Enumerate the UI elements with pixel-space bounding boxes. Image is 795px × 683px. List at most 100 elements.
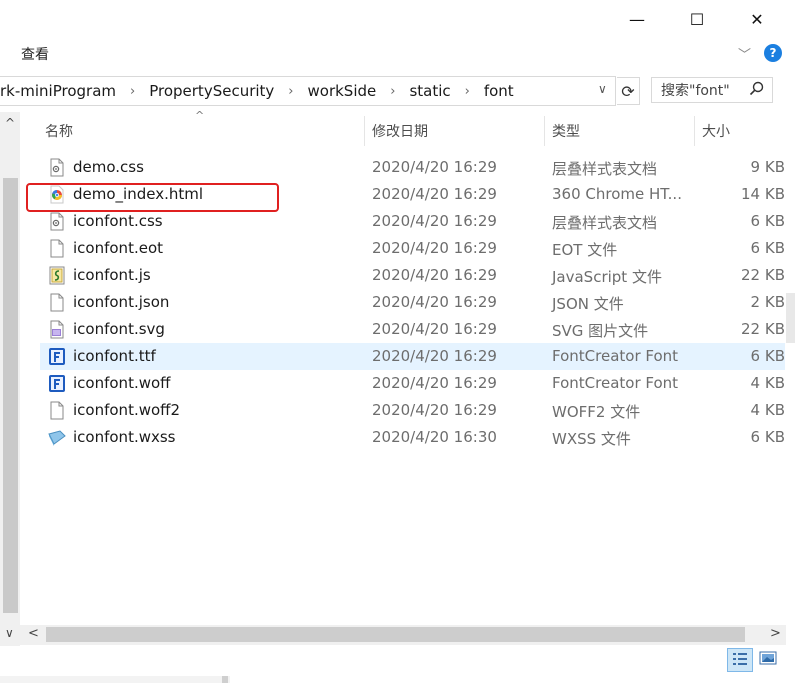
search-input[interactable]: 搜索"font" — [651, 77, 773, 103]
nav-pane-scroll-thumb[interactable] — [3, 178, 18, 613]
file-size: 4 KB — [750, 401, 785, 419]
search-placeholder: 搜索"font" — [661, 83, 730, 99]
maximize-button[interactable]: ☐ — [674, 0, 720, 38]
scroll-down-icon[interactable]: ∨ — [5, 626, 14, 640]
scroll-right-icon[interactable]: > — [770, 626, 781, 641]
column-header-type[interactable]: 类型 — [552, 121, 580, 141]
file-type: FontCreator Font — [552, 374, 679, 392]
file-type: WOFF2 文件 — [552, 403, 641, 421]
file-name: iconfont.css — [73, 212, 163, 230]
column-divider[interactable] — [694, 116, 695, 146]
file-date: 2020/4/20 16:29 — [372, 239, 497, 257]
file-type: 360 Chrome HT... — [552, 185, 682, 203]
minimize-button[interactable]: — — [614, 0, 660, 38]
file-size: 9 KB — [750, 158, 785, 176]
fontcreator-icon — [48, 347, 66, 366]
file-size: 6 KB — [750, 347, 785, 365]
sort-ascending-icon: ^ — [195, 109, 205, 122]
search-icon[interactable] — [749, 81, 764, 100]
file-type: JavaScript 文件 — [552, 268, 662, 286]
column-header-name[interactable]: 名称 — [45, 121, 73, 141]
file-name: iconfont.json — [73, 293, 170, 311]
script-file-icon — [48, 266, 66, 285]
file-row[interactable]: iconfont.css 2020/4/20 16:29 层叠样式表文档 6 K… — [40, 208, 785, 235]
minimize-icon: — — [629, 9, 645, 29]
refresh-icon: ⟳ — [621, 81, 635, 101]
status-bar-divider — [222, 676, 228, 683]
ribbon-tab-view[interactable]: 查看 — [21, 44, 49, 64]
file-row[interactable]: iconfont.js 2020/4/20 16:29 JavaScript 文… — [40, 262, 785, 289]
details-view-button[interactable] — [727, 648, 753, 672]
file-type: 层叠样式表文档 — [552, 160, 658, 178]
file-name: iconfont.svg — [73, 320, 165, 338]
expand-ribbon-icon[interactable]: ﹀ — [738, 44, 751, 63]
large-icons-view-button[interactable] — [756, 648, 780, 670]
horizontal-scroll-thumb[interactable] — [46, 627, 745, 642]
close-button[interactable]: ✕ — [734, 0, 780, 38]
address-history-dropdown[interactable]: ∨ — [598, 82, 607, 96]
file-type: EOT 文件 — [552, 241, 618, 259]
file-type: WXSS 文件 — [552, 430, 631, 448]
scroll-up-icon[interactable]: ^ — [5, 116, 15, 130]
breadcrumb-item[interactable]: font — [484, 82, 514, 100]
wxss-file-icon — [48, 428, 66, 447]
file-row[interactable]: iconfont.svg 2020/4/20 16:29 SVG 图片文件 22… — [40, 316, 785, 343]
chevron-right-icon[interactable]: › — [288, 84, 293, 99]
file-size: 2 KB — [750, 293, 785, 311]
file-size: 14 KB — [741, 185, 785, 203]
file-date: 2020/4/20 16:29 — [372, 266, 497, 284]
file-name: iconfont.eot — [73, 239, 163, 257]
file-type: JSON 文件 — [552, 295, 624, 313]
blank-file-icon — [48, 293, 66, 312]
file-date: 2020/4/20 16:29 — [372, 293, 497, 311]
refresh-button[interactable]: ⟳ — [617, 77, 640, 105]
scroll-left-icon[interactable]: < — [28, 626, 39, 641]
fontcreator-icon — [48, 374, 66, 393]
details-view-icon — [732, 651, 748, 670]
file-date: 2020/4/20 16:29 — [372, 212, 497, 230]
chevron-right-icon[interactable]: › — [130, 84, 135, 99]
chevron-right-icon[interactable]: › — [390, 84, 395, 99]
file-row[interactable]: iconfont.woff 2020/4/20 16:29 FontCreato… — [40, 370, 785, 397]
breadcrumb-item[interactable]: workSide — [308, 82, 377, 100]
breadcrumb-item[interactable]: PropertySecurity — [149, 82, 274, 100]
file-name: iconfont.woff — [73, 374, 171, 392]
right-edge-panel — [786, 293, 795, 343]
breadcrumb-item[interactable]: static — [409, 82, 450, 100]
file-size: 22 KB — [741, 266, 785, 284]
chevron-right-icon[interactable]: › — [465, 84, 470, 99]
breadcrumb-item[interactable]: rk-miniProgram — [0, 82, 116, 100]
help-icon[interactable]: ? — [764, 44, 782, 62]
column-divider[interactable] — [364, 116, 365, 146]
file-name: demo.css — [73, 158, 144, 176]
file-row[interactable]: iconfont.eot 2020/4/20 16:29 EOT 文件 6 KB — [40, 235, 785, 262]
file-name: iconfont.woff2 — [73, 401, 181, 419]
column-header-date[interactable]: 修改日期 — [372, 121, 428, 141]
file-date: 2020/4/20 16:30 — [372, 428, 497, 446]
close-icon: ✕ — [750, 9, 764, 29]
file-size: 4 KB — [750, 374, 785, 392]
large-icons-view-icon — [759, 650, 777, 669]
file-size: 6 KB — [750, 212, 785, 230]
css-file-icon — [48, 158, 66, 177]
file-row[interactable]: demo.css 2020/4/20 16:29 层叠样式表文档 9 KB — [40, 154, 785, 181]
file-size: 22 KB — [741, 320, 785, 338]
column-header-size[interactable]: 大小 — [702, 121, 730, 141]
breadcrumb: rk-miniProgram › PropertySecurity › work… — [0, 80, 514, 102]
file-date: 2020/4/20 16:29 — [372, 320, 497, 338]
file-name: iconfont.js — [73, 266, 151, 284]
file-row[interactable]: iconfont.wxss 2020/4/20 16:30 WXSS 文件 6 … — [40, 424, 785, 451]
annotation-highlight-box — [26, 183, 279, 212]
file-date: 2020/4/20 16:29 — [372, 185, 497, 203]
file-size: 6 KB — [750, 428, 785, 446]
blank-file-icon — [48, 401, 66, 420]
file-row[interactable]: iconfont.woff2 2020/4/20 16:29 WOFF2 文件 … — [40, 397, 785, 424]
file-date: 2020/4/20 16:29 — [372, 158, 497, 176]
file-row[interactable]: iconfont.json 2020/4/20 16:29 JSON 文件 2 … — [40, 289, 785, 316]
file-date: 2020/4/20 16:29 — [372, 374, 497, 392]
file-type: SVG 图片文件 — [552, 322, 649, 340]
maximize-icon: ☐ — [689, 9, 705, 29]
file-row[interactable]: iconfont.ttf 2020/4/20 16:29 FontCreator… — [40, 343, 785, 370]
column-divider[interactable] — [544, 116, 545, 146]
file-date: 2020/4/20 16:29 — [372, 347, 497, 365]
